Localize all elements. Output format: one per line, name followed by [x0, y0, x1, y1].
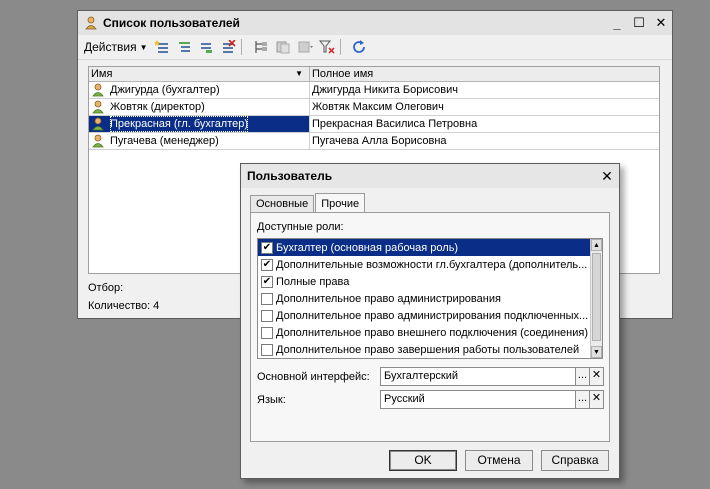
move-icon[interactable] [275, 40, 291, 54]
roles-list[interactable]: ✔ Бухгалтер (основная рабочая роль) ✔ Допол… [257, 238, 603, 359]
help-button[interactable]: Справка [541, 450, 609, 471]
user-dialog-titlebar[interactable]: Пользователь ✕ [241, 164, 619, 188]
sort-down-icon: ▼ [295, 69, 303, 78]
cell-name-text: Джигурда (бухгалтер) [110, 84, 220, 96]
user-icon [92, 117, 104, 131]
role-label: Дополнительное право администрирования п… [276, 309, 589, 322]
user-icon [92, 134, 104, 148]
role-checkbox[interactable] [261, 326, 273, 339]
minimize-button[interactable]: _ [606, 11, 628, 35]
cell-name[interactable]: Пугачева (менеджер) [89, 133, 310, 149]
column-header-name-label: Имя [91, 68, 113, 80]
users-toolbar: Действия ▼ [78, 35, 672, 60]
role-checkbox[interactable]: ✔ [261, 258, 273, 271]
filter-off-icon[interactable] [318, 40, 335, 54]
cell-full-name[interactable]: Пугачева Алла Борисовна [310, 133, 659, 149]
count-label: Количество: 4 [88, 300, 160, 312]
dialog-close-button[interactable]: ✕ [595, 168, 619, 185]
user-icon [85, 16, 97, 30]
cell-full-name[interactable]: Джигурда Никита Борисович [310, 82, 659, 98]
table-header: Имя ▼ Полное имя [89, 67, 659, 82]
dialog-tabs: Основные Прочие [250, 193, 366, 213]
role-label: Дополнительное право завершения работы п… [276, 343, 580, 356]
interface-field[interactable]: Бухгалтерский [380, 367, 576, 386]
role-label: Бухгалтер (основная рабочая роль) [276, 241, 459, 254]
hierarchy-icon[interactable] [253, 40, 269, 54]
language-clear-button[interactable]: ✕ [590, 390, 604, 409]
user-icon [92, 83, 104, 97]
role-item[interactable]: Дополнительное право завершения работы п… [258, 341, 602, 358]
cell-name[interactable]: Прекрасная (гл. бухгалтер) [89, 116, 310, 132]
list-mode-icon[interactable] [297, 40, 313, 54]
interface-clear-button[interactable]: ✕ [590, 367, 604, 386]
table-row[interactable]: Прекрасная (гл. бухгалтер) Прекрасная Вас… [89, 116, 659, 133]
tab-panel-other: Доступные роли: ✔ Бухгалтер (основная раб… [250, 212, 610, 442]
users-list-titlebar[interactable]: Список пользователей _ ☐ ✕ [78, 11, 672, 35]
cell-name-text: Прекрасная (гл. бухгалтер) [110, 116, 249, 132]
refresh-icon[interactable] [352, 40, 368, 54]
table-row[interactable]: Пугачева (менеджер) Пугачева Алла Борисов… [89, 133, 659, 150]
role-label: Полные права [276, 275, 350, 288]
tab-main[interactable]: Основные [250, 195, 315, 213]
copy-icon[interactable] [198, 40, 214, 54]
user-icon [92, 100, 104, 114]
language-label: Язык: [257, 393, 286, 406]
table-row[interactable]: Джигурда (бухгалтер) Джигурда Никита Бори… [89, 82, 659, 99]
toolbar-separator [240, 39, 242, 55]
role-item[interactable]: Дополнительное право администрирования п… [258, 307, 602, 324]
role-checkbox[interactable] [261, 292, 273, 305]
role-label: Дополнительные возможности гл.бухгалтера… [276, 258, 588, 271]
filter-label: Отбор: [88, 282, 124, 294]
cell-name-text: Жовтяк (директор) [110, 101, 205, 113]
language-field[interactable]: Русский [380, 390, 576, 409]
roles-scrollbar[interactable]: ▲ ▼ [590, 239, 602, 358]
users-list-title: Список пользователей [103, 16, 240, 30]
role-item[interactable]: ✔ Бухгалтер (основная рабочая роль) [258, 239, 602, 256]
role-label: Дополнительное право внешнего подключени… [276, 326, 588, 339]
cancel-button[interactable]: Отмена [465, 450, 533, 471]
tab-other[interactable]: Прочие [315, 193, 366, 213]
role-checkbox[interactable]: ✔ [261, 275, 273, 288]
role-item[interactable]: Дополнительное право внешнего подключени… [258, 324, 602, 341]
scroll-thumb[interactable] [592, 253, 601, 341]
table-row[interactable]: Жовтяк (директор) Жовтяк Максим Олегович [89, 99, 659, 116]
add-group-icon[interactable] [176, 40, 192, 54]
interface-label: Основной интерфейс: [257, 370, 370, 383]
cell-full-name[interactable]: Жовтяк Максим Олегович [310, 99, 659, 115]
actions-menu-label: Действия [84, 40, 137, 54]
toolbar-separator [339, 39, 341, 55]
role-item[interactable]: Дополнительное право администрирования [258, 290, 602, 307]
dialog-buttons: OK Отмена Справка [381, 450, 609, 471]
delete-icon[interactable] [220, 40, 236, 54]
cell-name-text: Пугачева (менеджер) [110, 135, 219, 147]
language-row: Язык: Русский ... ✕ [257, 390, 604, 409]
interface-choose-button[interactable]: ... [576, 367, 590, 386]
language-choose-button[interactable]: ... [576, 390, 590, 409]
role-label: Дополнительное право администрирования [276, 292, 501, 305]
column-header-name[interactable]: Имя ▼ [89, 67, 310, 81]
role-checkbox[interactable] [261, 343, 273, 356]
cell-name[interactable]: Жовтяк (директор) [89, 99, 310, 115]
user-dialog-title: Пользователь [247, 169, 333, 183]
column-header-full-name[interactable]: Полное имя [310, 67, 659, 81]
ok-button[interactable]: OK [389, 450, 457, 471]
user-dialog: Пользователь ✕ Основные Прочие Доступные… [240, 163, 620, 479]
cell-full-name[interactable]: Прекрасная Василиса Петровна [310, 116, 659, 132]
role-item[interactable]: ✔ Полные права [258, 273, 602, 290]
interface-row: Основной интерфейс: Бухгалтерский ... ✕ [257, 367, 604, 386]
chevron-down-icon: ▼ [139, 42, 148, 52]
table-body: Джигурда (бухгалтер) Джигурда Никита Бори… [89, 82, 659, 150]
scroll-up-icon[interactable]: ▲ [591, 239, 602, 251]
maximize-button[interactable]: ☐ [628, 11, 650, 35]
role-checkbox[interactable] [261, 309, 273, 322]
cell-name[interactable]: Джигурда (бухгалтер) [89, 82, 310, 98]
role-item[interactable]: ✔ Дополнительные возможности гл.бухгалтер… [258, 256, 602, 273]
scroll-down-icon[interactable]: ▼ [591, 346, 602, 358]
role-checkbox[interactable]: ✔ [261, 241, 273, 254]
add-icon[interactable] [153, 40, 170, 54]
close-button[interactable]: ✕ [650, 11, 672, 35]
actions-menu[interactable]: Действия ▼ [84, 40, 148, 54]
roles-label: Доступные роли: [257, 221, 344, 233]
